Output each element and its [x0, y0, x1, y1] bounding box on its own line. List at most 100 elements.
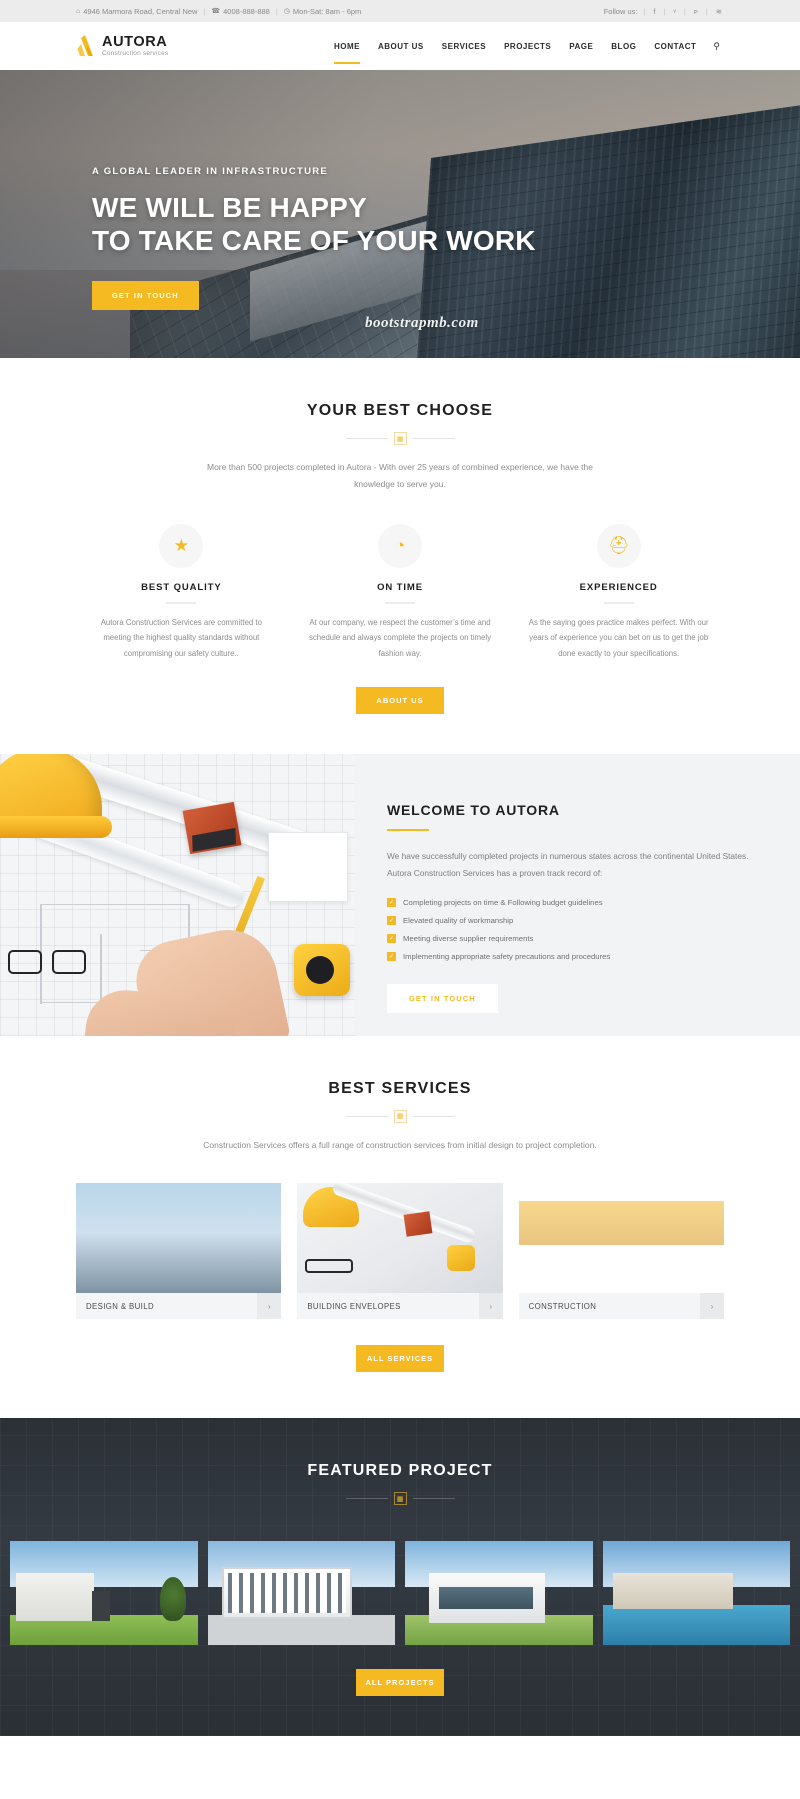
checklist-label: Implementing appropriate safety precauti…: [403, 951, 611, 961]
nav-item-about-us[interactable]: ABOUT US: [369, 25, 433, 68]
project-thumb-white-apartment-block[interactable]: [207, 1541, 395, 1646]
top-bar-contact-group: ⌂ 4946 Marmora Road, Central New | ☎ 400…: [76, 7, 361, 16]
nav-item-page[interactable]: PAGE: [560, 25, 602, 68]
logo-text: AUTORA Construction services: [102, 33, 168, 58]
service-card-design-build[interactable]: DESIGN & BUILD ›: [76, 1183, 282, 1320]
construction-workers-photo: [76, 1183, 282, 1294]
hours-text: Mon-Sat: 8am - 6pm: [292, 6, 362, 16]
check-icon: ✓: [387, 933, 396, 943]
feature-title: BEST QUALITY: [141, 582, 222, 594]
featured-project-section: FEATURED PROJECT ▦ ALL PROJECTS: [0, 1418, 800, 1737]
ornament-line-left: [345, 1498, 388, 1500]
best-choose-subtitle: More than 500 projects completed in Auto…: [206, 462, 593, 489]
hero-eyebrow: A GLOBAL LEADER IN INFRASTRUCTURE: [92, 166, 329, 177]
service-name: DESIGN & BUILD: [86, 1301, 154, 1311]
about-us-button[interactable]: ABOUT US: [356, 686, 444, 714]
checklist-item: ✓ Completing projects on time & Followin…: [387, 897, 756, 907]
nav-item-projects[interactable]: PROJECTS: [495, 25, 560, 68]
all-projects-button[interactable]: ALL PROJECTS: [356, 1669, 444, 1697]
feature-divider: [166, 602, 197, 605]
welcome-divider: [387, 828, 429, 831]
check-icon: ✓: [387, 897, 396, 907]
blueprint-photo: [0, 753, 355, 1036]
best-choose-title: YOUR BEST CHOOSE: [306, 402, 494, 419]
ornament-line-right: [412, 1498, 455, 1500]
feature-on-time: ◔ ON TIME At our company, we respect the…: [291, 524, 510, 661]
welcome-content: WELCOME TO AUTORA We have successfully c…: [355, 754, 800, 1036]
page-root: ⌂ 4946 Marmora Road, Central New | ☎ 400…: [0, 0, 800, 1737]
hero-get-in-touch-button[interactable]: GET IN TOUCH: [92, 281, 199, 311]
hours-item: ◷ Mon-Sat: 8am - 6pm: [284, 7, 361, 16]
address-item: ⌂ 4946 Marmora Road, Central New: [76, 7, 197, 16]
calendar-clock-icon: ◔: [378, 524, 422, 569]
brick-model: [182, 801, 242, 854]
phone-icon: ☎: [211, 8, 221, 15]
separator: |: [705, 6, 708, 16]
separator: |: [643, 6, 646, 16]
logo[interactable]: AUTORA Construction services: [76, 34, 168, 58]
nav-item-contact[interactable]: CONTACT: [645, 25, 705, 68]
check-icon: ✓: [387, 951, 396, 961]
best-choose-section: YOUR BEST CHOOSE ▦ More than 500 project…: [0, 358, 800, 754]
pinterest-icon[interactable]: ᴘ: [692, 7, 700, 16]
chevron-right-icon[interactable]: ›: [478, 1293, 503, 1320]
apartment-shape: [221, 1567, 352, 1620]
tape-measure: [294, 943, 350, 996]
section-ornament: ▦: [0, 432, 800, 445]
checklist-item: ✓ Elevated quality of workmanship: [387, 915, 756, 925]
service-label: BUILDING ENVELOPES ›: [297, 1293, 503, 1320]
search-icon[interactable]: ⚲: [705, 41, 724, 52]
checklist-item: ✓ Meeting diverse supplier requirements: [387, 933, 756, 943]
pavement: [207, 1615, 395, 1646]
top-bar: ⌂ 4946 Marmora Road, Central New | ☎ 400…: [0, 0, 800, 22]
all-services-button[interactable]: ALL SERVICES: [356, 1345, 444, 1373]
project-thumb-glass-modern-house[interactable]: [405, 1541, 593, 1646]
notebook: [268, 831, 348, 902]
projects-grid: [0, 1519, 800, 1646]
residence-shape: [612, 1573, 733, 1610]
glass-house-shape: [429, 1573, 545, 1624]
phone-text: 4008-888-888: [223, 6, 270, 16]
best-services-subtitle: Construction Services offers a full rang…: [203, 1139, 597, 1150]
tree-shape: [159, 1577, 186, 1622]
phone-item: ☎ 4008-888-888: [211, 7, 269, 16]
ornament-line-right: [412, 438, 455, 439]
social-group: Follow us: | f | ᵛ | ᴘ | ≋: [604, 7, 724, 16]
logo-title: AUTORA: [102, 33, 168, 50]
welcome-checklist: ✓ Completing projects on time & Followin…: [387, 897, 756, 961]
villa-shape: [16, 1573, 110, 1622]
main-navigation: HOME ABOUT US SERVICES PROJECTS PAGE BLO…: [325, 25, 724, 68]
separator: |: [203, 6, 206, 16]
feature-divider: [385, 602, 415, 605]
checklist-label: Completing projects on time & Following …: [403, 897, 603, 907]
nav-item-blog[interactable]: BLOG: [602, 25, 645, 68]
twitter-icon[interactable]: ᵛ: [671, 7, 677, 16]
checklist-label: Meeting diverse supplier requirements: [403, 933, 534, 943]
facebook-icon[interactable]: f: [651, 7, 657, 16]
nav-item-services[interactable]: SERVICES: [433, 25, 495, 68]
feature-description: As the saying goes practice makes perfec…: [528, 618, 709, 658]
autora-logo-icon: [76, 34, 96, 58]
service-card-construction[interactable]: CONSTRUCTION ›: [518, 1183, 724, 1320]
follow-label: Follow us:: [603, 6, 638, 16]
hero-slider: A GLOBAL LEADER IN INFRASTRUCTURE WE WIL…: [0, 70, 800, 358]
welcome-get-in-touch-button[interactable]: GET IN TOUCH: [387, 983, 498, 1013]
hero-content: A GLOBAL LEADER IN INFRASTRUCTURE WE WIL…: [0, 70, 800, 311]
project-thumb-modern-villa-lawn[interactable]: [10, 1541, 198, 1646]
ornament-line-left: [345, 438, 388, 439]
hero-title-line-1: WE WILL BE HAPPY: [92, 192, 367, 223]
check-icon: ✓: [387, 915, 396, 925]
section-ornament: ▦: [0, 1109, 800, 1123]
rss-icon[interactable]: ≋: [714, 7, 724, 16]
featured-project-title: FEATURED PROJECT: [307, 1462, 493, 1480]
chevron-right-icon[interactable]: ›: [257, 1293, 282, 1320]
separator: |: [683, 6, 686, 16]
project-thumb-poolside-residence[interactable]: [602, 1541, 790, 1646]
checklist-item: ✓ Implementing appropriate safety precau…: [387, 951, 756, 961]
service-card-building-envelopes[interactable]: BUILDING ENVELOPES ›: [297, 1183, 503, 1320]
nav-item-home[interactable]: HOME: [325, 25, 369, 68]
pool-water: [602, 1605, 790, 1646]
site-header: AUTORA Construction services HOME ABOUT …: [0, 22, 800, 70]
chevron-right-icon[interactable]: ›: [699, 1293, 724, 1320]
hero-title-line-2: TO TAKE CARE OF YOUR WORK: [92, 225, 536, 257]
